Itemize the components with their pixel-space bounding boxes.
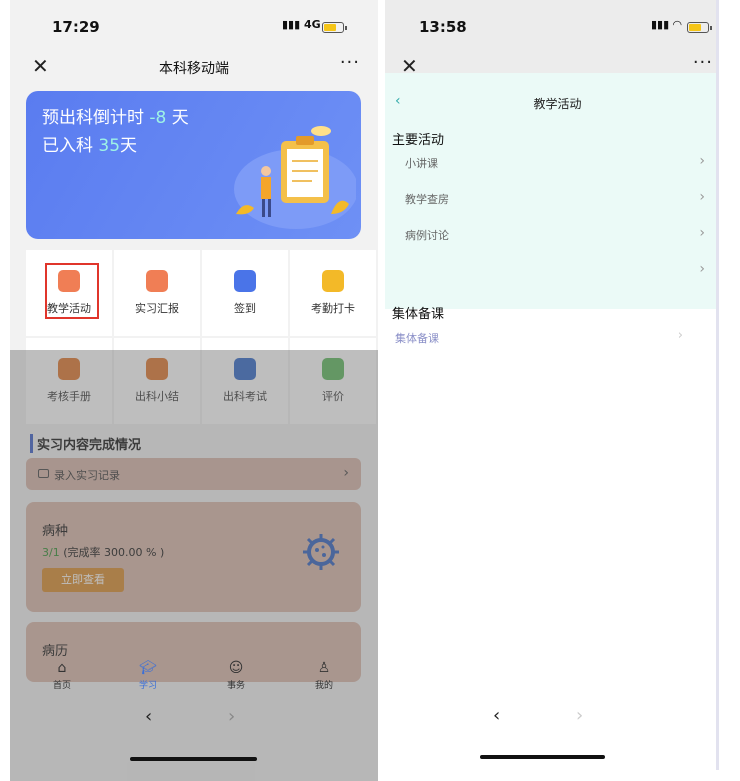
chevron-right-icon: › [699,189,705,205]
status-time: 17:29 [52,18,100,36]
graduation-cap-icon: 🎓︎ [139,660,157,676]
tab-label: 首页 [52,681,71,691]
grid-item-label: 签到 [234,302,256,315]
countdown-value: -8 [149,108,167,128]
grid-item-sign-in[interactable]: 签到 [202,250,288,336]
countdown-unit: 天 [171,108,189,128]
home-indicator [130,757,257,761]
list-item-label: 小讲课 [405,157,438,170]
chart-icon [146,270,168,292]
network-type: 4G [304,18,321,31]
forward-arrow-icon[interactable]: › [228,706,235,727]
clock-icon [322,270,344,292]
forward-arrow-icon[interactable]: › [576,705,583,726]
tab-bar: ⌂ 首页 🎓︎ 学习 ☺ 事务 ♙ 我的 [10,660,378,698]
status-and-nav: 13:58 ▮▮▮ ◠ ✕ ··· [385,0,716,80]
nav-bar: ✕ 本科移动端 ··· [10,52,378,82]
home-icon: ⌂ [57,660,67,676]
chat-icon: ☺ [228,660,244,676]
tab-study[interactable]: 🎓︎ 学习 [118,660,178,691]
enrolled-line: 已入科 35天 [42,131,137,156]
grid-item-attendance[interactable]: 考勤打卡 [290,250,376,336]
list-item[interactable]: 小讲课 › [405,153,705,175]
section-group-prep: 集体备课 [392,307,445,322]
more-icon[interactable]: ··· [340,52,360,73]
grid-item-label: 实习汇报 [135,302,179,315]
home-indicator [480,755,605,759]
signal-wifi-indicator: ▮▮▮ ◠ [651,18,682,31]
countdown-line: 预出科倒计时 -8 天 [42,103,189,128]
list-item-label: 病例讨论 [405,229,449,242]
chevron-right-icon: › [699,153,705,169]
list-item-label: 集体备课 [395,332,439,345]
battery-icon [322,22,347,33]
browser-nav: ‹ › [10,700,378,740]
page-title: 本科移动端 [159,61,229,77]
right-phone-screen: 13:58 ▮▮▮ ◠ ✕ ··· ‹ 教学活动 主要活动 小讲课 › 教学查房 ›… [385,0,719,770]
location-pin-icon [234,270,256,292]
panel-title: 教学活动 [533,97,582,111]
back-arrow-icon[interactable]: ‹ [493,705,500,726]
tab-label: 我的 [314,681,333,691]
activity-panel: ‹ 教学活动 主要活动 小讲课 › 教学查房 › 病例讨论 › › [385,73,716,309]
tab-label: 事务 [226,681,245,691]
chevron-right-icon: › [699,225,705,241]
section-main-activities: 主要活动 [392,133,445,148]
highlight-box [45,263,99,319]
tab-affairs[interactable]: ☺ 事务 [206,660,266,691]
signal-indicator: ▮▮▮ 4G [282,18,321,31]
countdown-label: 预出科倒计时 [42,108,144,128]
left-phone-screen: 17:29 ▮▮▮ 4G ✕ 本科移动端 ··· 预出科倒计时 -8 天 已入科… [10,0,378,781]
grid-item-internship-report[interactable]: 实习汇报 [114,250,200,336]
back-arrow-icon[interactable]: ‹ [145,706,152,727]
enrolled-label: 已入科 [42,136,93,156]
list-item[interactable]: 集体备课 › [395,328,683,346]
battery-icon [687,22,712,33]
chevron-right-icon: › [699,261,705,277]
enrolled-unit: 天 [120,136,138,156]
tab-home[interactable]: ⌂ 首页 [32,660,92,691]
chevron-right-icon: › [677,328,683,343]
list-item[interactable]: › [405,261,705,283]
enrolled-value: 35 [98,136,121,156]
list-item[interactable]: 病例讨论 › [405,225,705,247]
tab-mine[interactable]: ♙ 我的 [294,660,354,691]
clipboard-illustration [234,126,356,229]
browser-nav: ‹ › [493,705,583,726]
more-icon[interactable]: ··· [693,52,713,73]
user-icon: ♙ [317,660,331,676]
status-time: 13:58 [419,18,467,36]
grid-item-teaching-activity[interactable]: 教学活动 [26,250,112,336]
grid-item-label: 考勤打卡 [311,302,355,315]
status-bar: 17:29 ▮▮▮ 4G [10,0,378,52]
list-item-label: 教学查房 [405,193,449,206]
countdown-banner: 预出科倒计时 -8 天 已入科 35天 [26,91,361,239]
tab-label: 学习 [138,681,157,691]
list-item[interactable]: 教学查房 › [405,189,705,211]
